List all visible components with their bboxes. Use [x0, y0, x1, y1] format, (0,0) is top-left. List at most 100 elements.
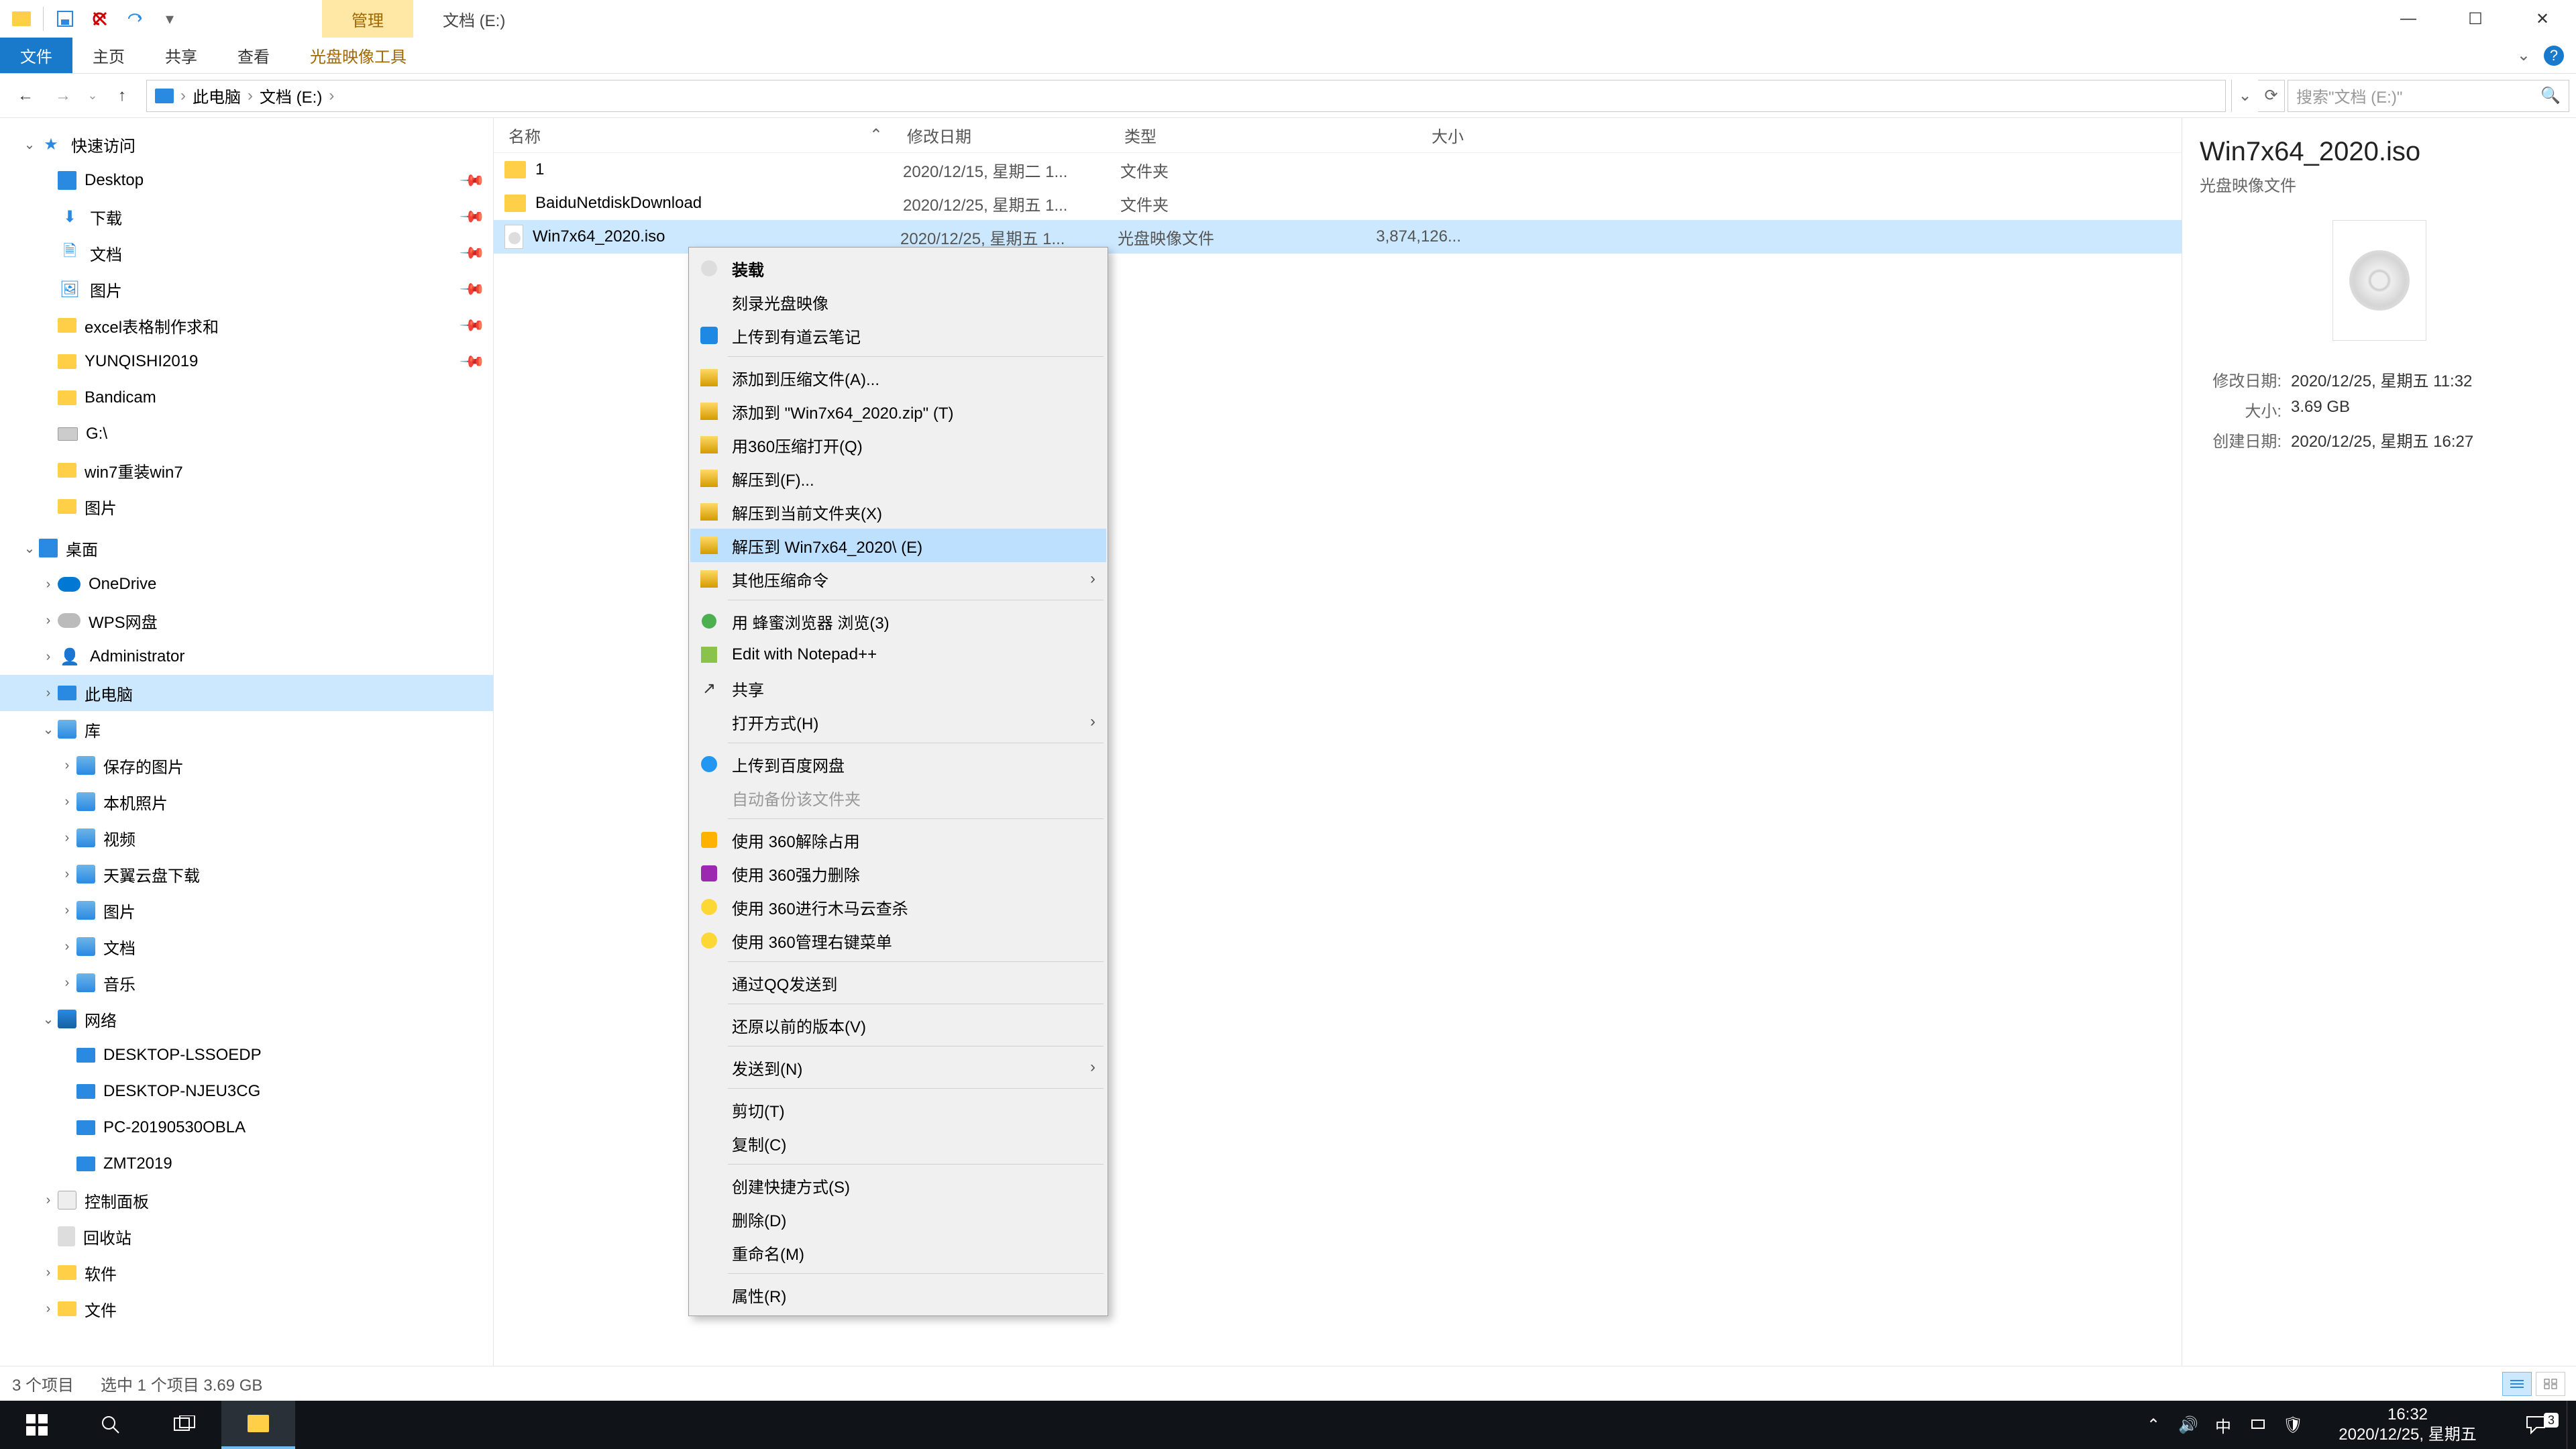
tree-documents[interactable]: 🗎文档📌 — [0, 235, 493, 271]
ctx-360-unlock[interactable]: 使用 360解除占用 — [690, 823, 1106, 857]
ctx-extract-named[interactable]: 解压到 Win7x64_2020\ (E) — [690, 529, 1106, 562]
tree-pictures2[interactable]: 图片 — [0, 488, 493, 525]
ctx-360-scan[interactable]: 使用 360进行木马云查杀 — [690, 890, 1106, 924]
maximize-button[interactable]: ☐ — [2442, 0, 2509, 38]
tree-thispc[interactable]: ›此电脑 — [0, 675, 493, 711]
expand-icon[interactable]: › — [58, 975, 76, 991]
expand-icon[interactable]: › — [39, 686, 58, 701]
ctx-delete[interactable]: 删除(D) — [690, 1202, 1106, 1236]
ctx-360-delete[interactable]: 使用 360强力删除 — [690, 857, 1106, 890]
tree-win7reinstall[interactable]: win7重装win7 — [0, 452, 493, 488]
tray-overflow-icon[interactable]: ⌃ — [2136, 1401, 2171, 1449]
search-button[interactable] — [74, 1401, 148, 1449]
nav-forward-button[interactable]: → — [44, 77, 82, 115]
start-button[interactable] — [0, 1401, 74, 1449]
ctx-rename[interactable]: 重命名(M) — [690, 1236, 1106, 1269]
tree-pics-lib[interactable]: ›图片 — [0, 892, 493, 928]
expand-icon[interactable]: › — [58, 794, 76, 810]
ctx-properties[interactable]: 属性(R) — [690, 1278, 1106, 1311]
ribbon-file[interactable]: 文件 — [0, 38, 72, 73]
action-center-button[interactable]: 3 — [2505, 1415, 2567, 1434]
breadcrumb-thispc[interactable]: 此电脑 — [193, 84, 241, 107]
chevron-right-icon[interactable]: › — [329, 87, 334, 105]
ctx-extract-here[interactable]: 解压到当前文件夹(X) — [690, 495, 1106, 529]
tree-ctrlpanel[interactable]: ›控制面板 — [0, 1182, 493, 1218]
tree-libraries[interactable]: ⌄库 — [0, 711, 493, 747]
tree-excel[interactable]: excel表格制作求和📌 — [0, 307, 493, 343]
tree-g-drive[interactable]: G:\ — [0, 416, 493, 452]
tree-software[interactable]: ›软件 — [0, 1254, 493, 1291]
breadcrumb[interactable]: › 此电脑 › 文档 (E:) › — [146, 80, 2226, 112]
tree-yunqishi[interactable]: YUNQISHI2019📌 — [0, 343, 493, 380]
ribbon-disc-tools[interactable]: 光盘映像工具 — [290, 38, 427, 73]
ctx-baidu[interactable]: 上传到百度网盘 — [690, 747, 1106, 781]
qat-redo-icon[interactable] — [119, 3, 151, 35]
col-type[interactable]: 类型 — [1120, 123, 1305, 147]
security-icon[interactable]: 🛡 — [2275, 1401, 2310, 1449]
expand-icon[interactable]: ⌄ — [39, 721, 58, 738]
nav-recent-dropdown[interactable]: ⌄ — [82, 77, 103, 115]
minimize-button[interactable]: — — [2375, 0, 2442, 38]
ctx-add-archive[interactable]: 添加到压缩文件(A)... — [690, 361, 1106, 394]
ime-icon[interactable]: 中 — [2206, 1401, 2241, 1449]
chevron-right-icon[interactable]: › — [180, 87, 186, 105]
file-row[interactable]: 1 2020/12/15, 星期二 1... 文件夹 — [494, 153, 2182, 186]
ctx-cut[interactable]: 剪切(T) — [690, 1093, 1106, 1126]
file-row[interactable]: BaiduNetdiskDownload 2020/12/25, 星期五 1..… — [494, 186, 2182, 220]
volume-icon[interactable]: 🔊 — [2171, 1401, 2206, 1449]
tree-bandicam[interactable]: Bandicam — [0, 380, 493, 416]
tree-wps[interactable]: ›WPS网盘 — [0, 602, 493, 639]
ribbon-view[interactable]: 查看 — [217, 38, 290, 73]
tree-pc2[interactable]: DESKTOP-NJEU3CG — [0, 1073, 493, 1110]
col-date[interactable]: 修改日期 — [903, 123, 1120, 147]
ctx-notepad[interactable]: Edit with Notepad++ — [690, 638, 1106, 672]
tree-quick-access[interactable]: ⌄★快速访问 — [0, 126, 493, 162]
tree-saved-pics[interactable]: ›保存的图片 — [0, 747, 493, 784]
ctx-mount[interactable]: 装载 — [690, 252, 1106, 285]
nav-up-button[interactable]: ↑ — [103, 77, 141, 115]
ctx-extract-to[interactable]: 解压到(F)... — [690, 462, 1106, 495]
tree-tianyi[interactable]: ›天翼云盘下载 — [0, 856, 493, 892]
qat-customize-dropdown-icon[interactable]: ▾ — [154, 3, 186, 35]
expand-icon[interactable]: › — [39, 1193, 58, 1208]
navigation-tree[interactable]: ⌄★快速访问 Desktop📌 ⬇下载📌 🗎文档📌 🖼图片📌 excel表格制作… — [0, 118, 494, 1371]
ctx-honey[interactable]: 用 蜂蜜浏览器 浏览(3) — [690, 604, 1106, 638]
nav-back-button[interactable]: ← — [7, 77, 44, 115]
breadcrumb-folder[interactable]: 文档 (E:) — [260, 84, 322, 107]
tree-recycle[interactable]: 回收站 — [0, 1218, 493, 1254]
ctx-360-ctx[interactable]: 使用 360管理右键菜单 — [690, 924, 1106, 957]
ctx-open-360[interactable]: 用360压缩打开(Q) — [690, 428, 1106, 462]
qat-save-icon[interactable] — [49, 3, 81, 35]
tree-music-lib[interactable]: ›音乐 — [0, 965, 493, 1001]
tree-downloads[interactable]: ⬇下载📌 — [0, 199, 493, 235]
tree-videos[interactable]: ›视频 — [0, 820, 493, 856]
task-view-button[interactable] — [148, 1401, 221, 1449]
col-size[interactable]: 大小 — [1305, 123, 1480, 147]
taskbar-explorer[interactable] — [221, 1401, 295, 1449]
ctx-send-to[interactable]: 发送到(N)› — [690, 1051, 1106, 1084]
expand-icon[interactable]: › — [39, 577, 58, 592]
app-icon[interactable] — [5, 3, 38, 35]
ctx-add-zip[interactable]: 添加到 "Win7x64_2020.zip" (T) — [690, 394, 1106, 428]
view-icons-button[interactable] — [2536, 1372, 2565, 1396]
ctx-burn[interactable]: 刻录光盘映像 — [690, 285, 1106, 319]
tree-pc1[interactable]: DESKTOP-LSSOEDP — [0, 1037, 493, 1073]
ctx-share[interactable]: ↗共享 — [690, 672, 1106, 705]
ctx-shortcut[interactable]: 创建快捷方式(S) — [690, 1169, 1106, 1202]
tree-pc3[interactable]: PC-20190530OBLA — [0, 1110, 493, 1146]
address-history-dropdown[interactable]: ⌄ — [2231, 80, 2258, 112]
tree-desktop-root[interactable]: ⌄桌面 — [0, 530, 493, 566]
tree-network[interactable]: ⌄网络 — [0, 1001, 493, 1037]
expand-icon[interactable]: ⌄ — [20, 136, 39, 153]
tree-docs-lib[interactable]: ›文档 — [0, 928, 493, 965]
tree-pc4[interactable]: ZMT2019 — [0, 1146, 493, 1182]
help-icon[interactable]: ? — [2544, 46, 2564, 66]
tree-camera-roll[interactable]: ›本机照片 — [0, 784, 493, 820]
ribbon-share[interactable]: 共享 — [145, 38, 217, 73]
expand-icon[interactable]: › — [58, 903, 76, 918]
expand-icon[interactable]: › — [39, 1301, 58, 1317]
refresh-button[interactable]: ⟳ — [2258, 80, 2285, 112]
qat-undo-icon[interactable] — [84, 3, 116, 35]
expand-icon[interactable]: › — [58, 758, 76, 773]
tree-files[interactable]: ›文件 — [0, 1291, 493, 1327]
